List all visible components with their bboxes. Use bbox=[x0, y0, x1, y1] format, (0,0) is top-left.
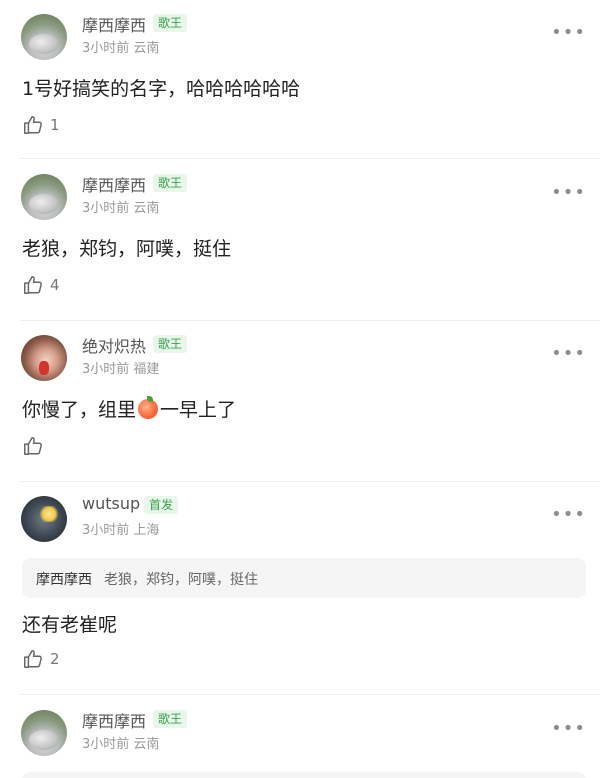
user-avatar[interactable] bbox=[21, 496, 67, 542]
comment-location: 上海 bbox=[133, 523, 160, 538]
comment-text-part: 一早上了 bbox=[160, 399, 237, 421]
thumb-up-icon bbox=[24, 276, 42, 294]
comment-text: 老狼，郑钧，阿噗，挺住 bbox=[22, 238, 232, 260]
comment-location: 福建 bbox=[133, 362, 160, 377]
comment-item: 摩西摩西 歌王 3小时前 云南 ••• bbox=[0, 696, 600, 778]
user-badge: 首发 bbox=[144, 496, 179, 514]
comment-item: 摩西摩西 歌王 3小时前 云南 ••• 1号好搞笑的名字，哈哈哈哈哈哈 1 bbox=[0, 0, 600, 158]
comment-time: 3小时前 bbox=[82, 41, 130, 56]
comment-item: 绝对炽热 歌王 3小时前 福建 ••• 你慢了，组里 一早上了 bbox=[0, 321, 600, 481]
thumb-up-icon bbox=[24, 650, 42, 668]
username[interactable]: wutsup bbox=[82, 494, 140, 513]
comment-location: 云南 bbox=[133, 737, 160, 752]
comment-text: 还有老崔呢 bbox=[22, 614, 118, 636]
comment-text: 你慢了，组里 一早上了 bbox=[22, 395, 236, 422]
comment-time: 3小时前 bbox=[82, 362, 130, 377]
peach-emoji-icon bbox=[138, 396, 159, 419]
comment-meta: 3小时前 云南 bbox=[82, 733, 159, 752]
comment-meta: 3小时前 上海 bbox=[82, 519, 159, 538]
thumb-up-icon bbox=[24, 437, 42, 455]
quoted-text: 老狼，郑钧，阿噗，挺住 bbox=[104, 572, 258, 588]
like-count: 1 bbox=[50, 116, 60, 134]
more-icon[interactable]: ••• bbox=[551, 182, 586, 203]
like-button[interactable]: 2 bbox=[22, 648, 60, 670]
username[interactable]: 摩西摩西 bbox=[82, 708, 146, 732]
comment-item: wutsup 首发 3小时前 上海 ••• 摩西摩西 老狼，郑钧，阿噗，挺住 还… bbox=[0, 482, 600, 694]
username[interactable]: 绝对炽热 bbox=[82, 333, 146, 357]
comment-text: 1号好搞笑的名字，哈哈哈哈哈哈 bbox=[22, 78, 301, 100]
divider bbox=[20, 694, 600, 695]
more-icon[interactable]: ••• bbox=[551, 504, 586, 525]
comment-meta: 3小时前 福建 bbox=[82, 358, 159, 377]
user-avatar[interactable] bbox=[21, 174, 67, 220]
user-avatar[interactable] bbox=[21, 14, 67, 60]
like-button[interactable]: 1 bbox=[22, 114, 60, 136]
more-icon[interactable]: ••• bbox=[551, 22, 586, 43]
user-avatar[interactable] bbox=[21, 710, 67, 756]
user-avatar[interactable] bbox=[21, 335, 67, 381]
like-button[interactable]: 4 bbox=[22, 274, 60, 296]
like-count: 4 bbox=[50, 276, 60, 294]
user-badge: 歌王 bbox=[153, 174, 188, 192]
quoted-reply[interactable]: 摩西摩西 老狼，郑钧，阿噗，挺住 bbox=[22, 558, 586, 598]
like-count: 2 bbox=[50, 650, 60, 668]
more-icon[interactable]: ••• bbox=[551, 718, 586, 739]
like-button[interactable] bbox=[22, 435, 50, 457]
comment-meta: 3小时前 云南 bbox=[82, 37, 159, 56]
more-icon[interactable]: ••• bbox=[551, 343, 586, 364]
user-badge: 歌王 bbox=[153, 14, 188, 32]
comment-item: 摩西摩西 歌王 3小时前 云南 ••• 老狼，郑钧，阿噗，挺住 4 bbox=[0, 160, 600, 320]
quoted-username: 摩西摩西 bbox=[36, 572, 92, 588]
username[interactable]: 摩西摩西 bbox=[82, 12, 146, 36]
comment-time: 3小时前 bbox=[82, 737, 130, 752]
comment-text-part: 你慢了，组里 bbox=[22, 399, 137, 421]
divider bbox=[20, 158, 600, 159]
comment-time: 3小时前 bbox=[82, 523, 130, 538]
comment-time: 3小时前 bbox=[82, 201, 130, 216]
user-badge: 歌王 bbox=[153, 335, 188, 353]
comment-meta: 3小时前 云南 bbox=[82, 197, 159, 216]
user-badge: 歌王 bbox=[153, 710, 188, 728]
quoted-reply[interactable] bbox=[22, 772, 586, 778]
thumb-up-icon bbox=[24, 116, 42, 134]
username[interactable]: 摩西摩西 bbox=[82, 172, 146, 196]
comment-location: 云南 bbox=[133, 201, 160, 216]
comment-location: 云南 bbox=[133, 41, 160, 56]
